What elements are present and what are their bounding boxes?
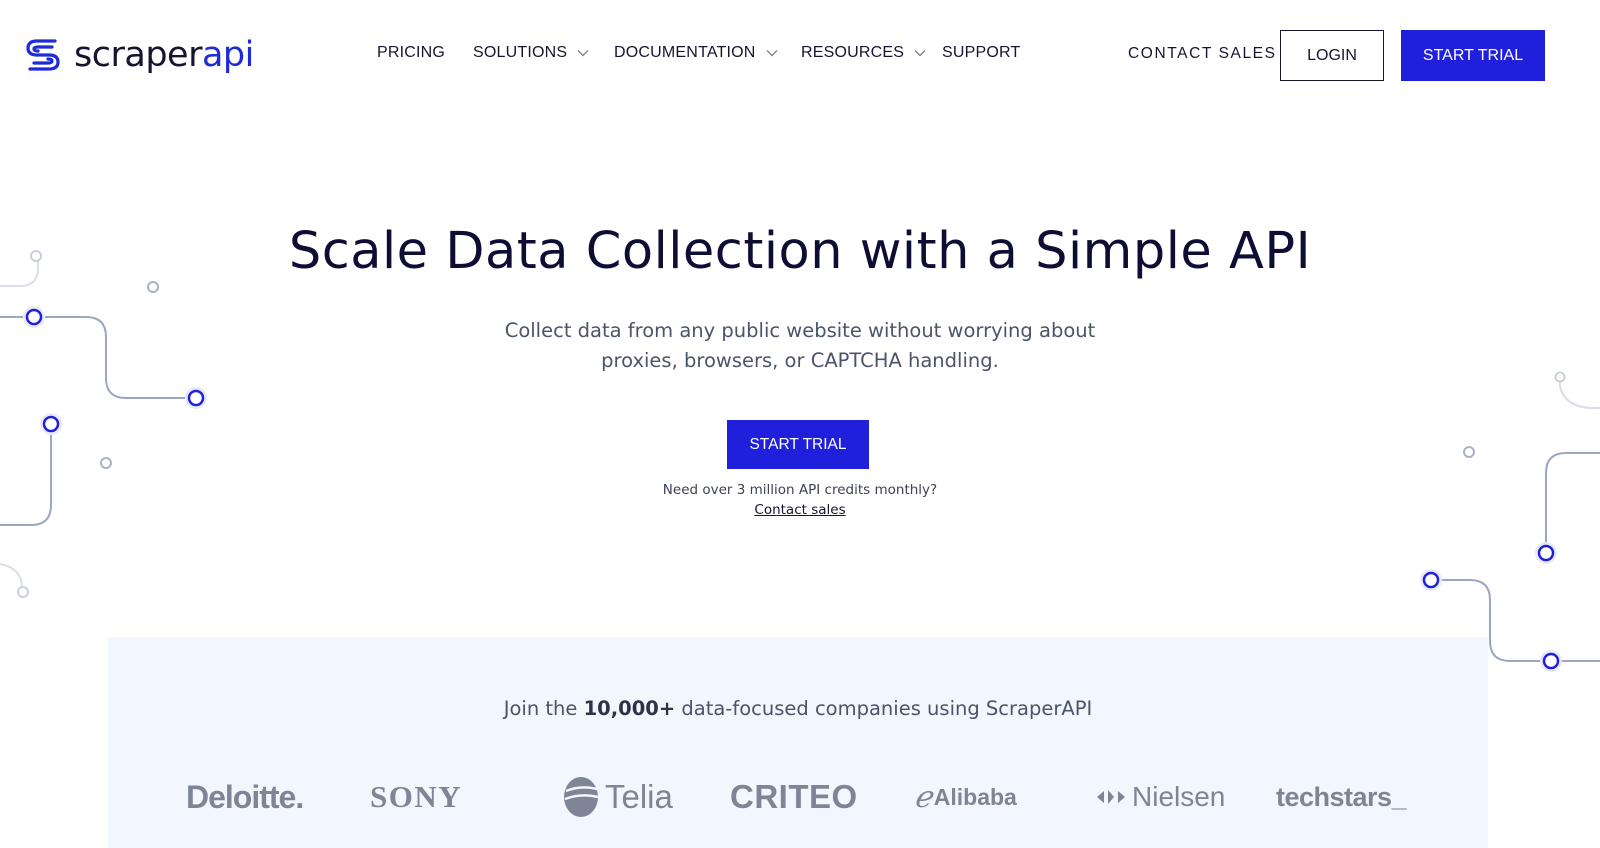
techstars-logo: techstars_ bbox=[1276, 781, 1407, 812]
deloitte-logo: Deloitte. bbox=[186, 778, 304, 815]
scraperapi-s-icon bbox=[26, 39, 60, 71]
hero-start-trial-button[interactable]: START TRIAL bbox=[727, 420, 869, 469]
alibaba-wordmark: Alibaba bbox=[933, 783, 1017, 810]
client-logo-row: Deloitte. SONY Telia CRITEO ℯ Alibaba Ni… bbox=[108, 767, 1488, 827]
nav-item-label: SUPPORT bbox=[942, 44, 1021, 61]
contact-sales-note: Contact sales bbox=[0, 502, 1600, 518]
landing-page: scraperapi PRICING SOLUTIONS DOCUMENTATI… bbox=[0, 0, 1600, 848]
nielsen-mark-icon bbox=[1097, 790, 1125, 804]
chevron-down-icon bbox=[914, 50, 926, 57]
contact-sales-link[interactable]: CONTACT SALES bbox=[1128, 45, 1277, 63]
telia-pebble-icon bbox=[564, 777, 599, 817]
nav-item-resources[interactable]: RESOURCES bbox=[801, 44, 926, 62]
alibaba-logo: ℯ Alibaba bbox=[914, 767, 1017, 827]
nav-item-label: PRICING bbox=[377, 44, 446, 61]
criteo-logo: CRITEO bbox=[730, 778, 858, 815]
start-trial-button[interactable]: START TRIAL bbox=[1401, 30, 1545, 81]
nav-item-label: DOCUMENTATION bbox=[614, 44, 756, 61]
nav-item-support[interactable]: SUPPORT bbox=[942, 44, 1020, 62]
social-proof-text-after: data-focused companies using ScraperAPI bbox=[675, 697, 1093, 720]
alibaba-script-glyph: ℯ bbox=[914, 779, 932, 815]
hero-title: Scale Data Collection with a Simple API bbox=[288, 222, 1312, 281]
nav-item-documentation[interactable]: DOCUMENTATION bbox=[614, 44, 778, 62]
telia-logo: Telia bbox=[561, 767, 673, 827]
hero-subtitle-line: Collect data from any public website wit… bbox=[504, 319, 1096, 342]
chevron-down-icon bbox=[577, 50, 589, 57]
social-proof-band: Join the 10,000+ data-focused companies … bbox=[108, 637, 1488, 848]
brand-name-part1: scraper bbox=[74, 35, 202, 75]
nav-item-solutions[interactable]: SOLUTIONS bbox=[473, 44, 589, 62]
chevron-down-icon bbox=[766, 50, 778, 57]
site-header: scraperapi PRICING SOLUTIONS DOCUMENTATI… bbox=[0, 0, 1600, 110]
login-button[interactable]: LOGIN bbox=[1280, 30, 1384, 81]
nielsen-wordmark: Nielsen bbox=[1132, 781, 1226, 812]
hero-subtitle-line: proxies, browsers, or CAPTCHA handling. bbox=[601, 349, 999, 372]
nav-item-pricing[interactable]: PRICING bbox=[377, 44, 445, 62]
brand-wordmark: scraperapi bbox=[74, 35, 254, 75]
hero-subtitle: Collect data from any public website wit… bbox=[0, 316, 1600, 376]
company-count: 10,000+ bbox=[583, 697, 676, 720]
nielsen-logo: Nielsen bbox=[1096, 767, 1225, 827]
telia-wordmark: Telia bbox=[605, 778, 673, 815]
credits-note: Need over 3 million API credits monthly? bbox=[662, 482, 938, 498]
brand-logo[interactable]: scraperapi bbox=[24, 34, 254, 76]
social-proof-text: Join the 10,000+ data-focused companies … bbox=[108, 697, 1488, 720]
nav-item-label: RESOURCES bbox=[801, 44, 905, 61]
contact-sales-inline-link[interactable]: Contact sales bbox=[754, 502, 845, 518]
brand-name-part2: api bbox=[201, 35, 254, 75]
nav-item-label: SOLUTIONS bbox=[473, 44, 568, 61]
sony-logo: SONY bbox=[370, 779, 463, 814]
social-proof-text-before: Join the bbox=[503, 697, 584, 720]
